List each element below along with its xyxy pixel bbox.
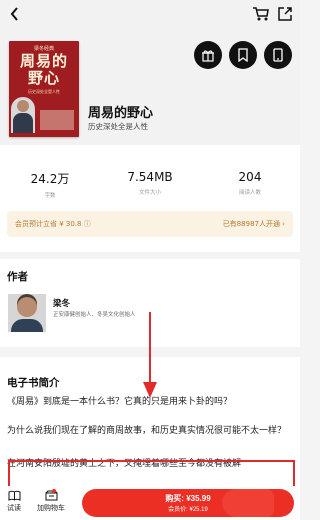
book-stats-panel: 24.2万 字数 7.54MB 文件大小 204 阅读人数 会员预计立省 ¥ 3… (0, 145, 300, 252)
try-read-label: 试读 (7, 505, 21, 512)
cover-series-label: 梁冬经典 (33, 46, 54, 52)
try-read-button[interactable]: 试读 (3, 490, 25, 513)
tablet-icon (273, 48, 283, 62)
author-section: 作者 梁冬 正安康健创始人、冬吴文化创始人 (0, 259, 300, 347)
word-count-label: 字数 (44, 193, 56, 199)
gift-icon (202, 50, 214, 62)
buy-button[interactable]: 购买: ¥35.99 会员价: ¥25.19 (82, 489, 294, 517)
file-size-label: 文件大小 (138, 190, 161, 196)
bottom-action-bar: 试读 加购物车 购买: ¥35.99 会员价: ¥25.19 (0, 486, 300, 520)
reader-button[interactable] (264, 41, 292, 69)
book-header: 梁冬经典 周易的 野心 历史深处全是人性 周易的野心 历史深处全是人性 (0, 0, 300, 145)
shopping-cart-icon (253, 7, 269, 21)
author-name[interactable]: 梁冬 (53, 297, 70, 309)
back-chevron-icon (10, 7, 18, 21)
add-to-cart-label: 加购物车 (37, 505, 65, 512)
member-price-label: 会员价: ¥25.19 (168, 507, 208, 513)
share-button[interactable] (276, 5, 294, 23)
author-bio: 正安康健创始人、冬吴文化创始人 (53, 312, 136, 318)
cart-notification-dot (52, 489, 56, 493)
add-to-cart-button[interactable]: 加购物车 (32, 490, 70, 513)
membership-savings-text: 会员预计立省 ¥ 30.8 ⓘ (15, 220, 91, 228)
file-size-stat: 7.54MB 文件大小 (100, 170, 200, 196)
reader-count-label: 阅读人数 (238, 190, 261, 196)
membership-promo-bar[interactable]: 会员预计立省 ¥ 30.8 ⓘ 已有88987人开通 › (7, 211, 293, 237)
reader-count-value: 204 (238, 170, 262, 184)
gift-button[interactable] (194, 41, 222, 69)
intro-paragraph-2: 为什么说我们现在了解的商周故事，和历史真实情况很可能不太一样？ (7, 426, 287, 436)
cover-author-photo (11, 97, 35, 133)
membership-join-link[interactable]: 已有88987人开通 › (223, 219, 285, 229)
bookmark-button[interactable] (229, 41, 257, 69)
book-description: 历史深处全是人性 (88, 122, 148, 131)
file-size-value: 7.54MB (127, 170, 173, 184)
word-count-value: 24.2万 (30, 172, 70, 186)
intro-paragraph-1: 《周易》到底是一本什么书？它真的只是用来卜卦的吗？ (7, 397, 233, 407)
cover-subtitle: 历史深处全是人性 (28, 89, 60, 94)
book-icon (8, 490, 20, 501)
back-button[interactable] (6, 5, 24, 23)
author-avatar[interactable] (8, 294, 46, 332)
book-title: 周易的野心 (88, 106, 154, 121)
cover-title: 周易的 野心 (19, 52, 68, 87)
bookmark-icon (238, 48, 248, 62)
intro-paragraph-3: 在河南安阳殷墟的黄土之下，又掩埋着哪些至今都没有被解 (7, 459, 242, 469)
cover-caption (40, 110, 74, 130)
author-section-title: 作者 (7, 271, 28, 283)
buy-price-label: 购买: ¥35.99 (165, 494, 211, 503)
book-cover[interactable]: 梁冬经典 周易的 野心 历史深处全是人性 (9, 41, 79, 137)
word-count-stat: 24.2万 字数 (0, 170, 100, 199)
cart-button[interactable] (252, 5, 270, 23)
reader-count-stat: 204 阅读人数 (200, 170, 300, 196)
intro-section-title: 电子书简介 (7, 377, 60, 389)
share-icon (278, 7, 292, 21)
